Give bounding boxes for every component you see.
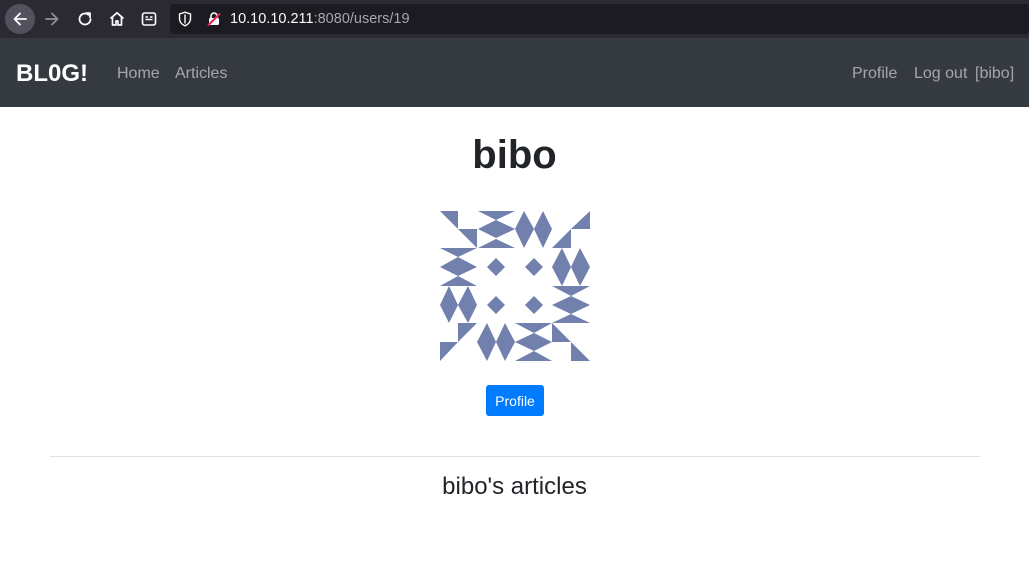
main-content: bibo Profile bibo's articles xyxy=(0,107,1029,586)
profile-button[interactable]: Profile xyxy=(486,385,544,416)
forward-button[interactable] xyxy=(37,4,67,34)
reload-icon xyxy=(78,12,92,26)
reader-view-button[interactable] xyxy=(134,4,164,34)
url-text: 10.10.10.211:8080/users/19 xyxy=(230,4,410,34)
home-icon xyxy=(109,11,125,26)
reader-icon xyxy=(141,12,157,26)
tracking-shield-icon[interactable] xyxy=(178,11,192,27)
arrow-right-icon xyxy=(45,12,59,26)
browser-toolbar: 10.10.10.211:8080/users/19 xyxy=(0,0,1029,38)
url-path: :8080/users/19 xyxy=(313,11,410,27)
articles-heading: bibo's articles xyxy=(442,473,587,500)
home-button[interactable] xyxy=(102,4,132,34)
divider xyxy=(50,456,980,457)
site-navbar: BL0G! Home Articles Profile Log out [bib… xyxy=(0,38,1029,107)
arrow-left-icon xyxy=(13,12,27,26)
back-button[interactable] xyxy=(5,4,35,34)
avatar xyxy=(440,211,590,361)
current-user-label: [bibo] xyxy=(975,65,1015,82)
reload-button[interactable] xyxy=(70,4,100,34)
insecure-lock-icon[interactable] xyxy=(206,11,222,27)
url-host: 10.10.10.211 xyxy=(230,11,314,27)
page-title: bibo xyxy=(472,133,557,177)
nav-link-logout[interactable]: Log out xyxy=(914,38,967,107)
nav-link-home[interactable]: Home xyxy=(117,38,160,107)
nav-link-articles[interactable]: Articles xyxy=(175,38,227,107)
url-bar[interactable]: 10.10.10.211:8080/users/19 xyxy=(170,4,1029,34)
brand-logo[interactable]: BL0G! xyxy=(16,38,88,107)
nav-link-profile[interactable]: Profile xyxy=(852,38,897,107)
